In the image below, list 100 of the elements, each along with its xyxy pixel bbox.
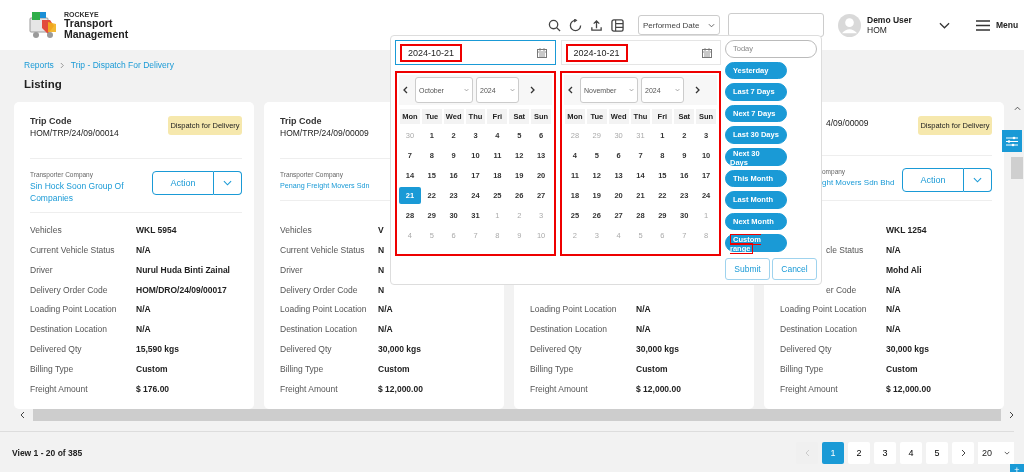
field-value: N/A <box>636 304 651 315</box>
field-value: $ 12,000.00 <box>378 384 423 395</box>
field-value: 30,000 kgs <box>886 344 929 355</box>
field-label: Delivered Qty <box>30 344 82 355</box>
field-value: N/A <box>136 244 151 255</box>
dropdown-toggle[interactable] <box>964 168 992 192</box>
page-button[interactable]: 2 <box>848 442 870 464</box>
chevron-left-icon <box>804 449 810 457</box>
date-value: 2024-10-21 <box>565 43 628 62</box>
field-label: Delivery Order Code <box>280 284 358 295</box>
field-value: WKL 5954 <box>136 224 177 235</box>
field-value: Custom <box>636 364 668 375</box>
field-label: Billing Type <box>780 364 824 375</box>
field-value: N/A <box>378 304 393 315</box>
record-summary: View 1 - 20 of 385 <box>12 448 83 458</box>
field-label: Freight Amount <box>530 384 588 395</box>
field-label: Freight Amount <box>780 384 838 395</box>
field-label: Delivered Qty <box>530 344 582 355</box>
chevron-right-icon <box>1009 411 1014 419</box>
chevron-right-icon[interactable] <box>530 86 535 94</box>
field-label: Vehicles <box>280 224 312 235</box>
page-button[interactable]: 5 <box>926 442 948 464</box>
field-label: Destination Location <box>780 324 858 335</box>
sliders-icon <box>1006 135 1018 147</box>
field-label: Destination Location <box>30 324 108 335</box>
page-button[interactable]: 3 <box>874 442 896 464</box>
field-value: WKL 1254 <box>886 224 927 235</box>
field-value: $ 12,000.00 <box>886 384 931 395</box>
refresh-icon[interactable] <box>569 18 582 32</box>
page-title: Listing <box>24 78 62 92</box>
field-value: N/A <box>136 304 151 315</box>
field-value: N/A <box>886 304 901 315</box>
app-name: Transport Management <box>64 17 130 40</box>
field-label: Freight Amount <box>280 384 338 395</box>
columns-icon[interactable] <box>611 18 624 32</box>
field-label: Loading Point Location <box>530 304 617 315</box>
page-button[interactable]: 4 <box>900 442 922 464</box>
field-label: Loading Point Location <box>280 304 367 315</box>
field-value: N/A <box>886 324 901 335</box>
field-label: Vehicles <box>30 224 62 235</box>
field-value: N/A <box>378 324 393 335</box>
field-value: N/A <box>136 324 151 335</box>
trip-code-label: Trip Code <box>280 116 323 126</box>
field-label: Delivered Qty <box>780 344 832 355</box>
chevron-left-icon <box>20 411 25 419</box>
caret-icon <box>464 88 469 92</box>
field-value: V <box>378 224 384 235</box>
field-value: N <box>378 244 385 255</box>
chevron-up-icon <box>1013 106 1021 111</box>
search-icon[interactable] <box>548 18 561 32</box>
field-label: Delivered Qty <box>280 344 332 355</box>
user-name: Demo User <box>867 15 913 25</box>
calendar-icon <box>702 47 712 58</box>
chevron-down-icon <box>973 177 982 183</box>
field-label: Billing Type <box>280 364 324 375</box>
field-label: Driver <box>280 264 303 275</box>
field-value: N/A <box>886 244 901 255</box>
field-label: cle Status <box>825 244 864 255</box>
date-input[interactable]: 2024-10-21 <box>560 40 721 65</box>
caret-icon <box>629 88 634 92</box>
date-input[interactable]: 2024-10-21 <box>395 40 556 65</box>
field-label: Loading Point Location <box>780 304 867 315</box>
field-label: Freight Amount <box>30 384 88 395</box>
scrollbar-thumb[interactable] <box>1011 157 1023 179</box>
upload-icon[interactable] <box>590 18 603 32</box>
field-label: er Code <box>825 284 857 295</box>
filter-button[interactable] <box>1002 130 1022 152</box>
field-value: $ 176.00 <box>136 384 170 395</box>
field-label: Current Vehicle Status <box>30 244 115 255</box>
chevron-right-icon[interactable] <box>695 86 700 94</box>
chevron-right-icon <box>59 61 65 69</box>
chevron-right-icon <box>960 449 966 457</box>
trip-code: HOM/TRP/24/09/00009 <box>280 128 369 138</box>
caret-icon <box>510 88 515 92</box>
menu-icon <box>976 19 990 31</box>
field-label: Loading Point Location <box>30 304 117 315</box>
caret-icon <box>1004 451 1010 455</box>
field-value: 30,000 kgs <box>636 344 679 355</box>
chevron-left-icon[interactable] <box>403 86 408 94</box>
field-value: 15,590 kgs <box>136 344 179 355</box>
chevron-down-icon[interactable] <box>939 21 950 29</box>
field-label: Billing Type <box>30 364 74 375</box>
trip-code: 4/09/00009 <box>826 118 869 128</box>
field-label: Driver <box>30 264 53 275</box>
field-value: N <box>378 284 385 295</box>
field-value: Nurul Huda Binti Zainal <box>136 264 230 275</box>
date-value: 2024-10-21 <box>400 43 463 62</box>
field-label: Billing Type <box>530 364 574 375</box>
user-org: HOM <box>867 25 888 35</box>
field-value: N <box>378 264 385 275</box>
page-size-select[interactable]: 20 <box>978 442 1014 464</box>
date-filter-select[interactable]: Performed Date <box>638 15 720 35</box>
chevron-left-icon[interactable] <box>568 86 573 94</box>
field-label: Destination Location <box>530 324 608 335</box>
field-label: Current Vehicle Status <box>280 244 365 255</box>
field-value: Custom <box>378 364 410 375</box>
caret-icon <box>675 88 680 92</box>
dropdown-toggle[interactable] <box>214 171 242 195</box>
calendar-icon <box>536 47 547 58</box>
menu-button[interactable]: Menu <box>976 19 1019 31</box>
